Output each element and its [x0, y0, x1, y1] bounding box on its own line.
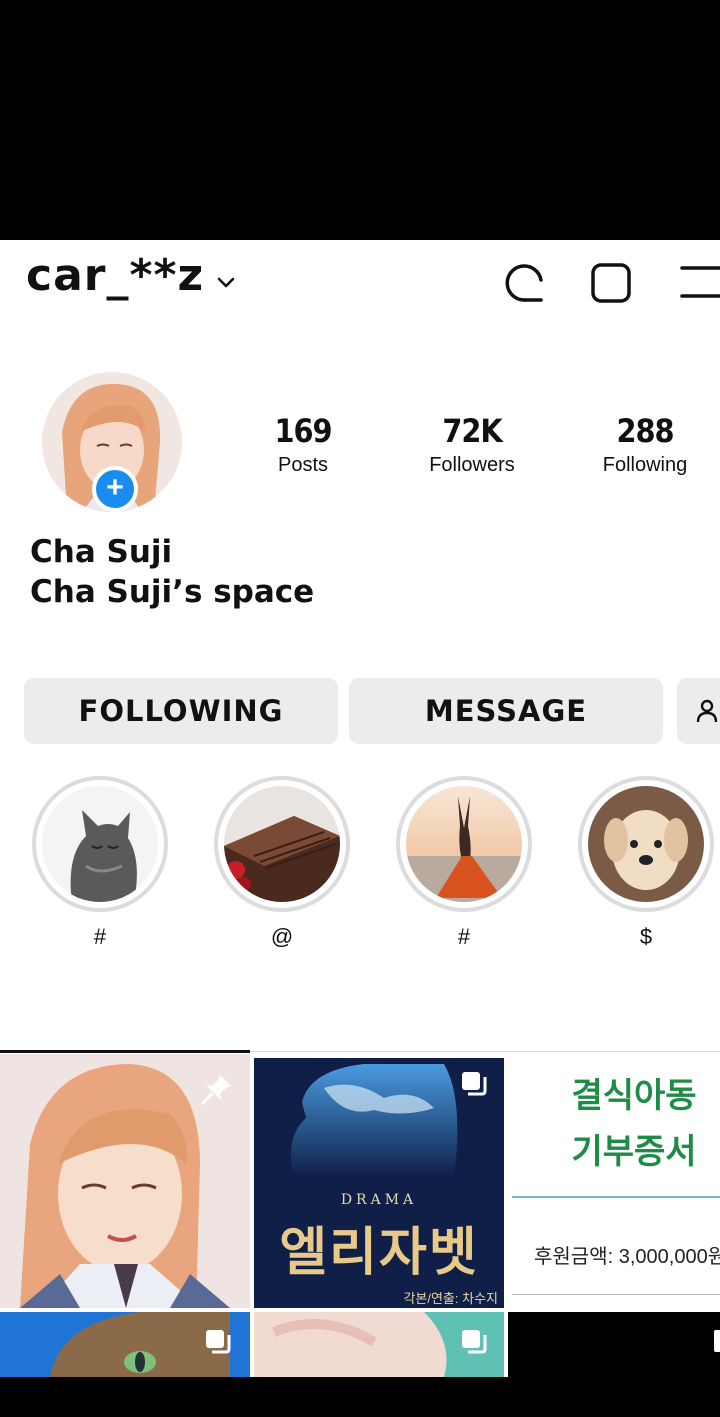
posts-count: 169 — [274, 412, 332, 450]
certificate-divider — [512, 1196, 720, 1198]
post-thumbnail-pastel[interactable] — [254, 1312, 504, 1377]
followers-count: 72K — [442, 412, 502, 450]
drama-label: DRAMA — [340, 1192, 418, 1208]
certificate-amount: 후원금액: 3,000,000원 — [534, 1246, 720, 1268]
highlight-item[interactable]: @ — [214, 776, 350, 950]
post-thumbnail-dark[interactable] — [508, 1312, 720, 1377]
followers-label: Followers — [429, 454, 515, 476]
puppy-highlight-image — [588, 786, 704, 902]
highlight-caption: # — [93, 924, 107, 949]
drama-credit: 각본/연출: 차수지 — [403, 1291, 498, 1306]
stat-following[interactable]: 288 Following — [580, 412, 710, 477]
carousel-icon — [462, 1330, 487, 1354]
pin-icon — [201, 1075, 231, 1105]
bottom-letterbox — [0, 1377, 720, 1417]
cake-highlight-image — [224, 786, 340, 902]
suggest-accounts-button[interactable] — [677, 678, 720, 744]
display-name: Cha Suji — [30, 534, 173, 570]
dancer-highlight-image — [406, 786, 522, 902]
tab-divider — [250, 1051, 720, 1052]
drama-title: 엘리자벳 — [279, 1222, 479, 1283]
carousel-icon — [714, 1330, 720, 1352]
bio-text: Cha Suji’s space — [30, 574, 315, 610]
following-count: 288 — [616, 412, 674, 450]
highlight-ring — [214, 776, 350, 912]
message-button[interactable]: MESSAGE — [349, 678, 663, 744]
stat-posts[interactable]: 169 Posts — [238, 412, 368, 477]
posts-label: Posts — [277, 454, 329, 476]
certificate-divider — [512, 1294, 720, 1295]
stat-followers[interactable]: 72K Followers — [407, 412, 537, 477]
add-story-badge[interactable]: + — [92, 466, 138, 512]
post-thumbnail-cat[interactable] — [0, 1312, 250, 1377]
highlight-item[interactable]: # — [32, 776, 168, 950]
chevron-down-icon[interactable] — [214, 270, 238, 294]
certificate-title-line1: 결식아동 — [571, 1076, 697, 1116]
menu-icon[interactable] — [678, 262, 720, 304]
cat-highlight-image — [42, 786, 158, 902]
new-post-icon[interactable] — [590, 262, 632, 304]
threads-icon[interactable] — [504, 262, 546, 304]
following-label: Following — [602, 454, 688, 476]
highlight-item[interactable]: # — [396, 776, 532, 950]
certificate-heading: 결식아동 기부증서 — [508, 1068, 720, 1180]
following-button[interactable]: FOLLOWING — [24, 678, 338, 744]
certificate-title-line2: 기부증서 — [571, 1132, 697, 1172]
profile-screen: car_**z + 169 Posts 72K Followers 288 Fo… — [0, 240, 720, 1377]
carousel-icon — [206, 1330, 231, 1354]
highlight-ring — [32, 776, 168, 912]
top-letterbox — [0, 0, 720, 240]
post-thumbnail-certificate[interactable]: 결식아동 기부증서 후원금액: 3,000,000원 — [508, 1058, 720, 1308]
highlight-caption: @ — [270, 924, 294, 949]
post-thumbnail-pinned[interactable] — [0, 1054, 250, 1308]
post-thumbnail-drama[interactable]: DRAMA 엘리자벳 각본/연출: 차수지 — [254, 1058, 504, 1308]
add-person-icon — [696, 699, 718, 723]
carousel-icon — [462, 1072, 487, 1096]
highlight-item[interactable]: $ — [578, 776, 714, 950]
grid-tab-indicator[interactable] — [0, 1050, 250, 1053]
highlight-ring — [578, 776, 714, 912]
highlight-caption: $ — [639, 924, 653, 949]
highlight-ring — [396, 776, 532, 912]
profile-header: car_**z — [0, 240, 720, 320]
highlight-caption: # — [457, 924, 471, 949]
account-username[interactable]: car_**z — [26, 250, 204, 301]
profile-info: Cha Suji Cha Suji’s space — [30, 532, 314, 612]
